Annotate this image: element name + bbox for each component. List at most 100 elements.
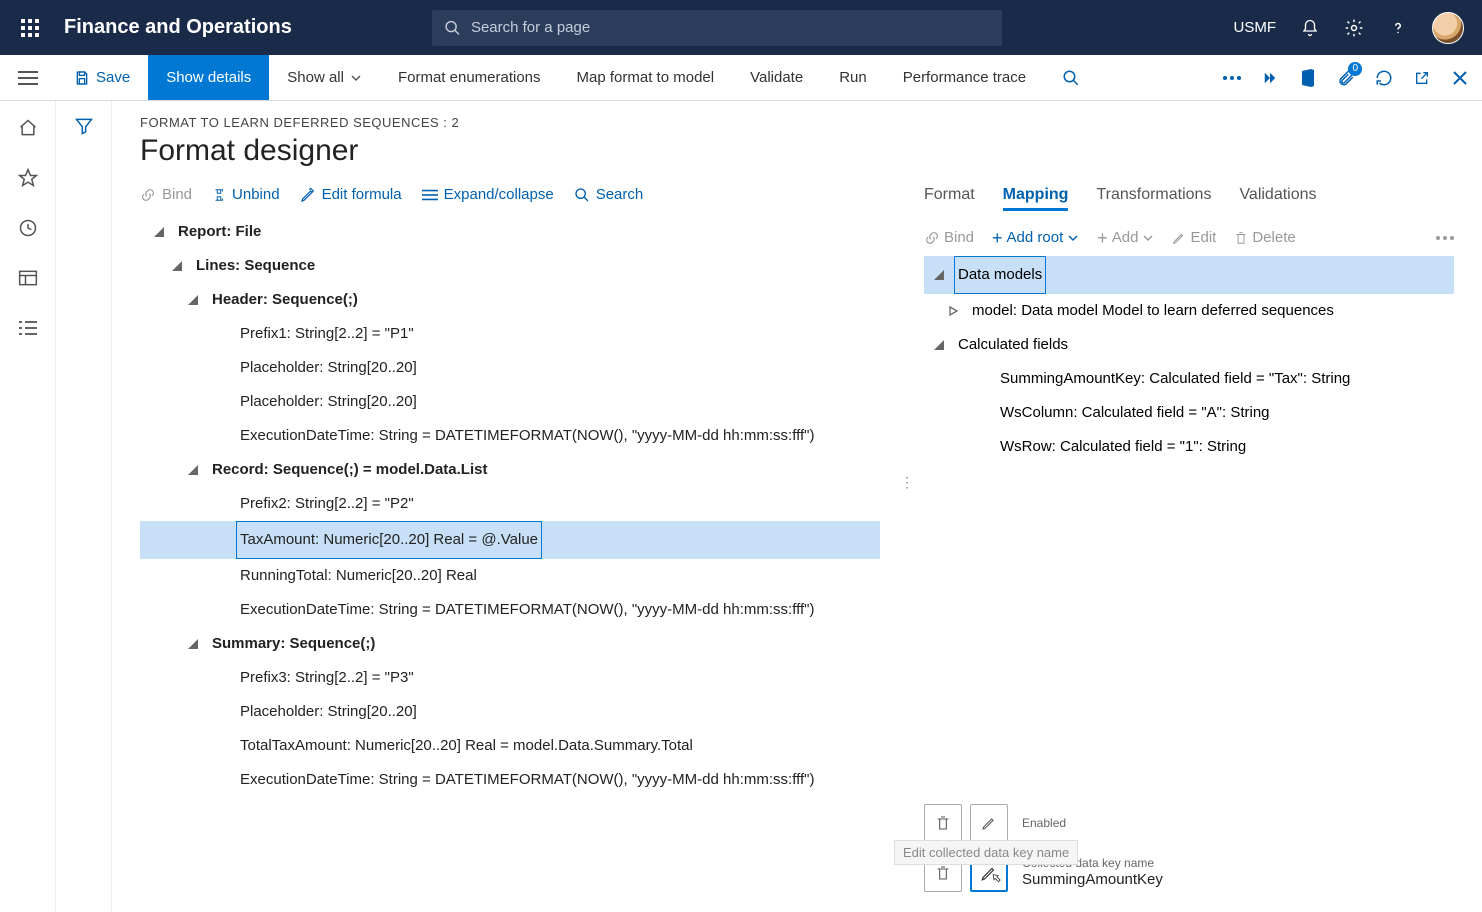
- filter-column: [56, 101, 112, 912]
- format-tree-node[interactable]: Report: File: [140, 215, 880, 249]
- format-tree-node[interactable]: ExecutionDateTime: String = DATETIMEFORM…: [140, 593, 880, 627]
- splitter-handle[interactable]: ⋮: [900, 480, 914, 484]
- tree-expand-icon[interactable]: [188, 295, 202, 305]
- close-icon[interactable]: [1450, 68, 1470, 88]
- tree-expand-icon[interactable]: [934, 270, 948, 280]
- hamburger-icon[interactable]: [18, 68, 38, 88]
- breadcrumb: FORMAT TO LEARN DEFERRED SEQUENCES : 2: [140, 115, 1454, 130]
- tree-expand-icon[interactable]: [948, 306, 962, 316]
- expand-collapse-button[interactable]: Expand/collapse: [422, 186, 554, 203]
- format-tree-node[interactable]: ExecutionDateTime: String = DATETIMEFORM…: [140, 763, 880, 797]
- format-tree-node[interactable]: TotalTaxAmount: Numeric[20..20] Real = m…: [140, 729, 880, 763]
- tree-expand-icon[interactable]: [172, 261, 186, 271]
- add-button[interactable]: + Add: [1097, 229, 1154, 246]
- format-enumerations-button[interactable]: Format enumerations: [380, 55, 559, 100]
- format-tree-node[interactable]: Placeholder: String[20..20]: [140, 695, 880, 729]
- mapping-tree-node[interactable]: Calculated fields: [924, 328, 1454, 362]
- global-search[interactable]: [432, 10, 1002, 46]
- mapping-tree-node[interactable]: WsColumn: Calculated field = "A": String: [924, 396, 1454, 430]
- refresh-icon[interactable]: [1374, 68, 1394, 88]
- format-tree-node[interactable]: Prefix2: String[2..2] = "P2": [140, 487, 880, 521]
- attachments-icon[interactable]: 0: [1336, 68, 1356, 88]
- show-all-button[interactable]: Show all: [269, 55, 380, 100]
- mapping-tree-node[interactable]: model: Data model Model to learn deferre…: [924, 294, 1454, 328]
- enabled-property-row: Enabled: [924, 804, 1454, 842]
- company-code[interactable]: USMF: [1234, 19, 1277, 36]
- more-icon[interactable]: [1222, 68, 1242, 88]
- tree-node-label: Summary: Sequence(;): [208, 627, 379, 661]
- tree-node-label: TotalTaxAmount: Numeric[20..20] Real = m…: [236, 729, 697, 763]
- tree-search-button[interactable]: Search: [574, 186, 644, 203]
- format-tree-node[interactable]: Lines: Sequence: [140, 249, 880, 283]
- format-tree-node[interactable]: Prefix1: String[2..2] = "P1": [140, 317, 880, 351]
- tree-node-label: Header: Sequence(;): [208, 283, 362, 317]
- tree-node-label: model: Data model Model to learn deferre…: [968, 294, 1338, 328]
- chevron-down-icon: [1067, 232, 1079, 244]
- mapping-more-icon[interactable]: [1436, 236, 1454, 240]
- format-tree-node[interactable]: Record: Sequence(;) = model.Data.List: [140, 453, 880, 487]
- office-icon[interactable]: [1298, 68, 1318, 88]
- tab-validations[interactable]: Validations: [1239, 186, 1316, 211]
- format-tree-node[interactable]: Prefix3: String[2..2] = "P3": [140, 661, 880, 695]
- mapping-tree-node[interactable]: WsRow: Calculated field = "1": String: [924, 430, 1454, 464]
- tree-expand-icon[interactable]: [154, 227, 168, 237]
- mapping-tree[interactable]: Data modelsmodel: Data model Model to le…: [924, 256, 1454, 464]
- save-button[interactable]: Save: [56, 55, 148, 100]
- edit-enabled-icon[interactable]: [970, 804, 1008, 842]
- format-tree-node[interactable]: Placeholder: String[20..20]: [140, 385, 880, 419]
- show-details-button[interactable]: Show details: [148, 55, 269, 100]
- format-tree-node[interactable]: RunningTotal: Numeric[20..20] Real: [140, 559, 880, 593]
- add-root-button[interactable]: + Add root: [992, 229, 1079, 246]
- tab-transformations[interactable]: Transformations: [1096, 186, 1211, 211]
- chevron-down-icon: [1142, 232, 1154, 244]
- home-icon[interactable]: [17, 117, 39, 139]
- format-tree-node[interactable]: ExecutionDateTime: String = DATETIMEFORM…: [140, 419, 880, 453]
- format-tree-node[interactable]: TaxAmount: Numeric[20..20] Real = @.Valu…: [140, 521, 880, 559]
- format-tree-node[interactable]: Summary: Sequence(;): [140, 627, 880, 661]
- notifications-icon[interactable]: [1300, 18, 1320, 38]
- tree-node-label: Placeholder: String[20..20]: [236, 385, 421, 419]
- favorites-icon[interactable]: [17, 167, 39, 189]
- app-launcher-icon[interactable]: [12, 10, 48, 46]
- format-tree-node[interactable]: Placeholder: String[20..20]: [140, 351, 880, 385]
- global-search-input[interactable]: [471, 19, 990, 36]
- modules-icon[interactable]: [17, 317, 39, 339]
- mapping-tree-node[interactable]: SummingAmountKey: Calculated field = "Ta…: [924, 362, 1454, 396]
- user-avatar[interactable]: [1432, 12, 1464, 44]
- bind-button[interactable]: Bind: [140, 186, 192, 203]
- left-nav-rail: [0, 101, 56, 912]
- help-icon[interactable]: [1388, 18, 1408, 38]
- mapping-tree-node[interactable]: Data models: [924, 256, 1454, 294]
- delete-enabled-icon[interactable]: [924, 804, 962, 842]
- settings-icon[interactable]: [1344, 18, 1364, 38]
- tree-expand-icon[interactable]: [188, 465, 202, 475]
- tab-mapping[interactable]: Mapping: [1003, 186, 1069, 211]
- format-tree-toolbar: Bind Unbind Edit formula Expand/collapse: [140, 180, 880, 215]
- format-tree[interactable]: Report: FileLines: SequenceHeader: Seque…: [140, 215, 880, 912]
- tree-expand-icon[interactable]: [188, 639, 202, 649]
- edit-key-tooltip: Edit collected data key name: [894, 840, 1078, 865]
- mapping-toolbar: Bind + Add root + Add Edit: [924, 221, 1454, 256]
- map-format-to-model-button[interactable]: Map format to model: [559, 55, 733, 100]
- edit-button[interactable]: Edit: [1172, 229, 1216, 246]
- validate-button[interactable]: Validate: [732, 55, 821, 100]
- filter-icon[interactable]: [73, 115, 95, 137]
- edit-formula-button[interactable]: Edit formula: [300, 186, 402, 203]
- format-tree-node[interactable]: Header: Sequence(;): [140, 283, 880, 317]
- performance-trace-button[interactable]: Performance trace: [885, 55, 1044, 100]
- tree-node-label: SummingAmountKey: Calculated field = "Ta…: [996, 362, 1354, 396]
- unbind-button[interactable]: Unbind: [212, 186, 280, 203]
- tree-expand-icon[interactable]: [934, 340, 948, 350]
- mapping-bind-button[interactable]: Bind: [924, 229, 974, 246]
- run-button[interactable]: Run: [821, 55, 885, 100]
- delete-button[interactable]: Delete: [1234, 229, 1295, 246]
- popout-icon[interactable]: [1412, 68, 1432, 88]
- command-search-icon[interactable]: [1044, 55, 1098, 100]
- recent-icon[interactable]: [17, 217, 39, 239]
- workspaces-icon[interactable]: [17, 267, 39, 289]
- tab-format[interactable]: Format: [924, 186, 975, 211]
- tree-node-label: ExecutionDateTime: String = DATETIMEFORM…: [236, 593, 818, 627]
- chevron-down-icon: [350, 72, 362, 84]
- flow-icon[interactable]: [1260, 68, 1280, 88]
- tree-node-label: Placeholder: String[20..20]: [236, 351, 421, 385]
